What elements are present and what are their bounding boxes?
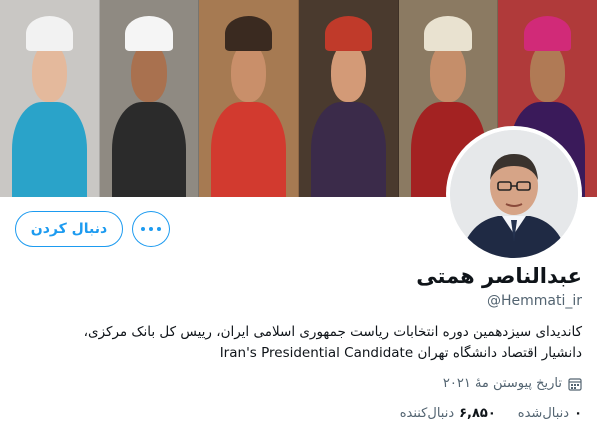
figure-face	[230, 43, 267, 103]
bio-line-2: دانشیار اقتصاد دانشگاه تهران Iran's Pres…	[219, 345, 582, 361]
followers-count: ۶,۸۵۰	[459, 406, 496, 421]
more-horizontal-icon	[141, 227, 145, 231]
figure-body	[211, 102, 287, 197]
followers-link[interactable]: ۶,۸۵۰ دنبال‌کننده	[400, 406, 496, 421]
panel-girl-red-dress	[199, 0, 300, 197]
joined-date: تاریخ پیوستن مهٔ ۲۰۲۱	[443, 376, 582, 391]
figure-face	[330, 43, 367, 103]
profile-avatar[interactable]	[446, 126, 582, 262]
more-dot	[149, 227, 153, 231]
following-link[interactable]: ۰ دنبال‌شده	[518, 406, 582, 421]
following-label: دنبال‌شده	[517, 406, 570, 421]
more-dot	[157, 227, 161, 231]
joined-text: تاریخ پیوستن مهٔ ۲۰۲۱	[442, 376, 562, 391]
profile-handle: @Hemmati_ir	[486, 293, 582, 309]
follow-button[interactable]: دنبال کردن	[15, 211, 123, 247]
more-options-button[interactable]	[132, 211, 170, 247]
figure-headwear	[125, 15, 173, 52]
profile-name: عبدالناصر همتی	[416, 264, 582, 288]
figure-headwear	[424, 15, 472, 52]
panel-man-white-turban	[99, 0, 200, 197]
bio-line-1: کاندیدای سیزدهمین دوره انتخابات ریاست جم…	[83, 324, 582, 340]
profile-bio: کاندیدای سیزدهمین دوره انتخابات ریاست جم…	[12, 322, 582, 364]
figure-headwear	[324, 15, 373, 52]
figure-headwear	[25, 15, 73, 52]
following-count: ۰	[574, 406, 582, 421]
figure-body	[11, 102, 87, 197]
avatar-portrait-icon	[450, 130, 578, 258]
figure-face	[430, 43, 466, 103]
figure-face	[529, 43, 566, 103]
panel-woman-white-veil	[0, 0, 100, 197]
panel-woman-patterned-scarf	[299, 0, 399, 197]
calendar-icon	[568, 377, 582, 391]
figure-face	[131, 43, 167, 103]
follow-stats: ۰ دنبال‌شده ۶,۸۵۰ دنبال‌کننده	[378, 406, 582, 421]
figure-headwear	[224, 15, 273, 52]
avatar-photo	[450, 130, 578, 258]
figure-headwear	[524, 15, 572, 52]
figure-body	[310, 102, 386, 197]
followers-label: دنبال‌کننده	[399, 406, 455, 421]
figure-face	[31, 43, 68, 103]
figure-body	[111, 102, 187, 197]
